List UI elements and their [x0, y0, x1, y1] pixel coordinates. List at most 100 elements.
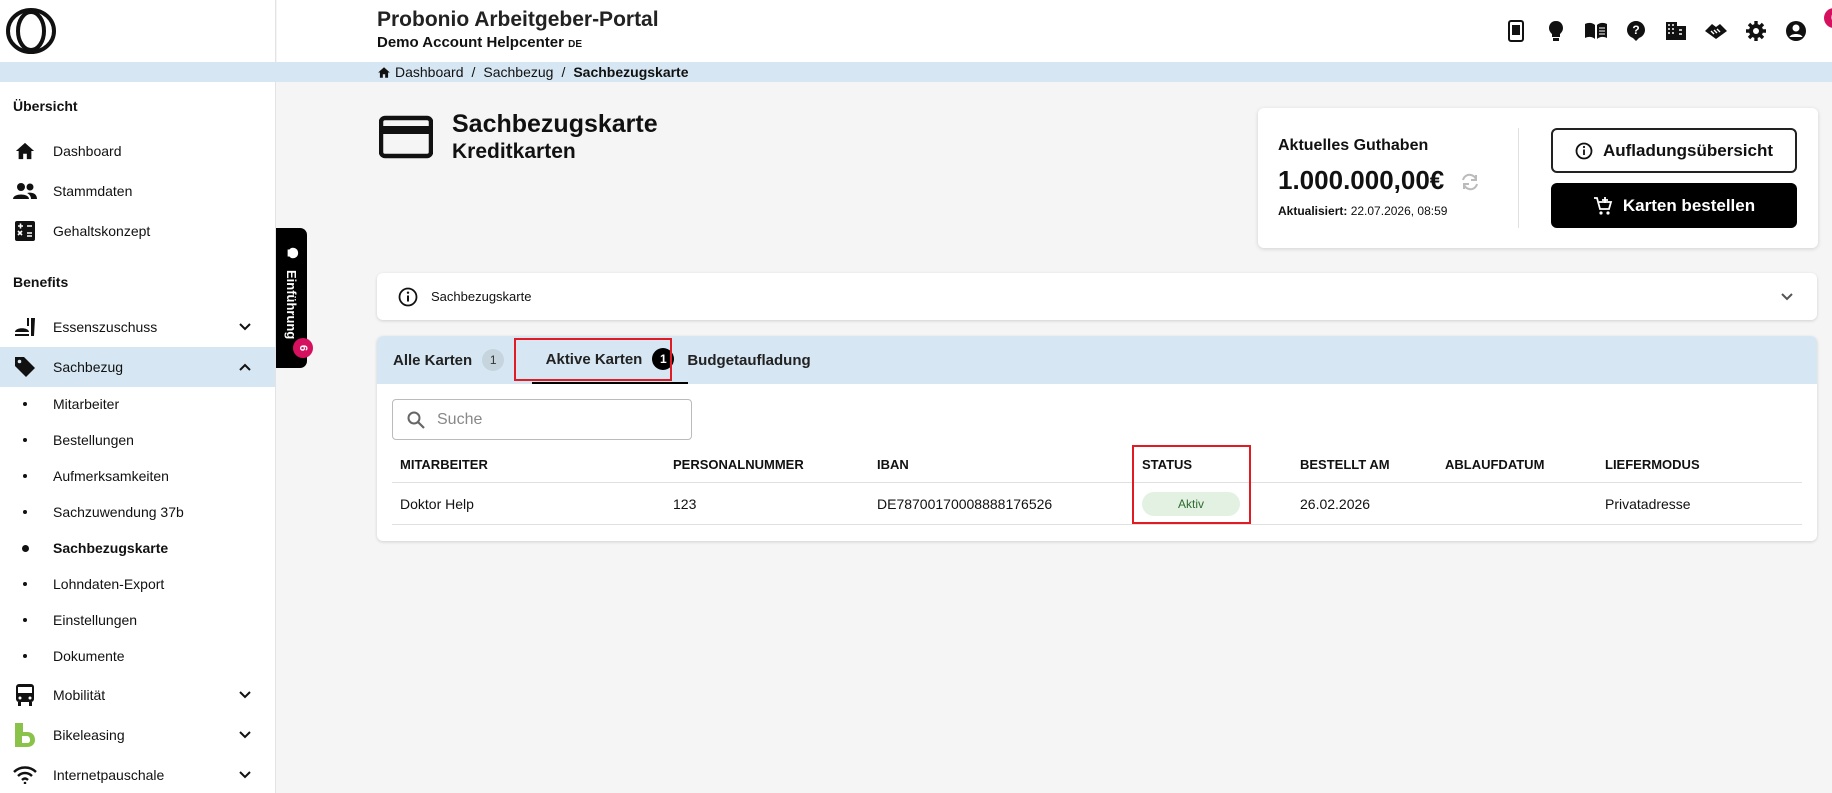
- tab-budget-recharge[interactable]: Budgetaufladung: [687, 336, 811, 384]
- bullet-icon: [23, 474, 27, 478]
- sidebar-subitem-einstellungen[interactable]: Einstellungen: [0, 602, 275, 638]
- breadcrumb-separator: /: [561, 64, 566, 80]
- sidebar-subitem-label: Dokumente: [53, 648, 125, 664]
- balance-amount: 1.000.000,00€: [1278, 165, 1445, 195]
- sidebar-subitem-dokumente[interactable]: Dokumente: [0, 638, 275, 674]
- help-icon[interactable]: ?: [1623, 18, 1649, 44]
- order-cards-label: Karten bestellen: [1622, 195, 1756, 215]
- credit-card-icon: [379, 115, 433, 159]
- restaurant-icon: [13, 317, 37, 337]
- breadcrumb-bar: [0, 62, 1832, 82]
- bullet-icon: [23, 618, 27, 622]
- sidebar-item-label: Internetpauschale: [53, 767, 165, 783]
- breadcrumb: Dashboard / Sachbezug / Sachbezugskarte: [377, 63, 689, 81]
- sidebar-section-benefits: Benefits: [13, 274, 69, 290]
- sidebar-subitem-sachzuwendung[interactable]: Sachzuwendung 37b: [0, 494, 275, 530]
- sidebar-subitem-label: Einstellungen: [53, 612, 138, 628]
- sidebar-item-essenszuschuss[interactable]: Essenszuschuss: [0, 307, 275, 347]
- cell-iban: DE78700170008888176526: [877, 496, 1053, 512]
- tab-label: Alle Karten: [393, 351, 473, 369]
- account-name-label: Demo Account Helpcenter: [377, 34, 564, 51]
- column-header-liefermodus[interactable]: LIEFERMODUS: [1605, 457, 1700, 472]
- search-icon: [407, 411, 425, 429]
- book-icon[interactable]: [1583, 18, 1609, 44]
- sidebar-subitem-lohndaten-export[interactable]: Lohndaten-Export: [0, 566, 275, 602]
- intro-tab-badge: 6: [293, 338, 313, 358]
- info-accordion[interactable]: Sachbezugskarte: [377, 273, 1817, 320]
- search-field[interactable]: [392, 399, 692, 440]
- chevron-down-icon: [239, 323, 251, 331]
- chevron-up-icon: [239, 363, 251, 371]
- search-input[interactable]: [437, 409, 677, 431]
- column-header-iban[interactable]: IBAN: [877, 457, 909, 472]
- company-icon[interactable]: [1663, 18, 1689, 44]
- tab-all-cards[interactable]: Alle Karten 1: [393, 336, 505, 384]
- sidebar-item-label: Essenszuschuss: [53, 319, 158, 335]
- breadcrumb-dashboard[interactable]: Dashboard: [395, 64, 464, 80]
- sidebar-subitem-bestellungen[interactable]: Bestellungen: [0, 422, 275, 458]
- bullet-icon: [23, 510, 27, 514]
- balance-updated-value: 22.07.2026, 08:59: [1350, 204, 1448, 218]
- account-country: DE: [568, 39, 583, 50]
- sidebar-item-sachbezug[interactable]: Sachbezug: [0, 347, 275, 387]
- sidebar-item-gehaltskonzept[interactable]: Gehaltskonzept: [0, 211, 275, 251]
- tab-count: 1: [482, 349, 505, 371]
- page-title: Sachbezugskarte: [452, 110, 658, 138]
- sidebar-item-label: Mobilität: [53, 687, 106, 703]
- sidebar-subitem-sachbezugskarte[interactable]: Sachbezugskarte: [0, 530, 275, 566]
- probonio-logo[interactable]: [6, 8, 56, 54]
- bullet-icon: [23, 654, 27, 658]
- balance-updated-label: Aktualisiert:: [1278, 204, 1348, 218]
- sidebar-item-dashboard[interactable]: Dashboard: [0, 131, 275, 171]
- column-header-bestellt-am[interactable]: BESTELLT AM: [1300, 457, 1390, 472]
- app-header: Probonio Arbeitgeber-Portal Demo Account…: [277, 0, 1832, 62]
- account-name[interactable]: Demo Account Helpcenter DE: [377, 34, 582, 51]
- sidebar-subitem-label: Bestellungen: [53, 432, 134, 448]
- chevron-down-icon: [239, 731, 251, 739]
- highlight-box: [514, 338, 672, 381]
- add-shopping-cart-icon: [1593, 196, 1613, 215]
- sidebar-subitem-mitarbeiter[interactable]: Mitarbeiter: [0, 386, 275, 422]
- handshake-icon[interactable]: [1703, 18, 1729, 44]
- account-circle-icon[interactable]: [1783, 18, 1809, 44]
- intro-tab-label: Einführung: [284, 270, 299, 340]
- people-icon: [13, 181, 37, 201]
- breadcrumb-separator: /: [471, 64, 476, 80]
- refresh-icon[interactable]: [1458, 170, 1482, 194]
- cell-mitarbeiter[interactable]: Doktor Help: [400, 496, 474, 512]
- table-row-divider: [392, 524, 1802, 525]
- balance-label: Aktuelles Guthaben: [1278, 137, 1429, 154]
- sidebar-subitem-label: Sachbezugskarte: [53, 540, 169, 556]
- table-header-divider: [392, 482, 1802, 483]
- sidebar-subitem-label: Mitarbeiter: [53, 396, 120, 412]
- intro-tab[interactable]: Einführung 6: [276, 228, 313, 368]
- column-header-ablaufdatum[interactable]: ABLAUFDATUM: [1445, 457, 1544, 472]
- breadcrumb-current: Sachbezugskarte: [573, 64, 689, 80]
- recharge-overview-button[interactable]: Aufladungsübersicht: [1551, 128, 1797, 173]
- sidebar-item-stammdaten[interactable]: Stammdaten: [0, 171, 275, 211]
- home-icon[interactable]: [377, 66, 391, 79]
- sidebar-item-bikeleasing[interactable]: Bikeleasing: [0, 715, 275, 755]
- sidebar: Übersicht Dashboard Stammdaten Gehaltsko…: [0, 0, 276, 793]
- breadcrumb-sachbezug[interactable]: Sachbezug: [483, 64, 553, 80]
- settings-gear-icon[interactable]: [1743, 18, 1769, 44]
- cell-bestellt-am: 26.02.2026: [1300, 496, 1371, 512]
- bullet-icon: [23, 582, 27, 586]
- info-icon: [1575, 142, 1593, 159]
- column-header-mitarbeiter[interactable]: MITARBEITER: [400, 457, 488, 472]
- sidebar-item-internetpauschale[interactable]: Internetpauschale: [0, 755, 275, 793]
- sidebar-item-label: Gehaltskonzept: [53, 223, 151, 239]
- bullet-icon: [22, 545, 29, 552]
- bikeleasing-icon: [13, 723, 37, 747]
- divider: [1518, 128, 1519, 228]
- sidebar-item-label: Dashboard: [53, 143, 122, 159]
- order-cards-button[interactable]: Karten bestellen: [1551, 183, 1797, 228]
- column-header-personalnummer[interactable]: PERSONALNUMMER: [673, 457, 804, 472]
- chevron-down-icon: [1781, 293, 1793, 301]
- page-subtitle: Kreditkarten: [452, 140, 576, 163]
- mobile-app-icon[interactable]: [1503, 18, 1529, 44]
- sidebar-subitem-aufmerksamkeiten[interactable]: Aufmerksamkeiten: [0, 458, 275, 494]
- wifi-icon: [13, 765, 37, 785]
- lightbulb-icon[interactable]: [1543, 18, 1569, 44]
- sidebar-item-mobilitaet[interactable]: Mobilität: [0, 675, 275, 715]
